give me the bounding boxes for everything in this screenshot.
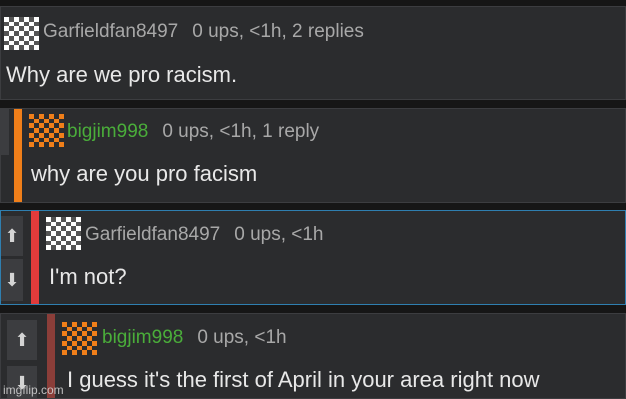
comment: bigjim998 0 ups, <1h, 1 reply why are you…: [0, 108, 626, 203]
comment-stats: 0 ups, <1h: [234, 224, 324, 245]
comment-header: bigjim998 0 ups, <1h, 1 reply: [67, 121, 319, 143]
comment-text: Why are we pro racism.: [6, 62, 238, 87]
comment: Garfieldfan8497 0 ups, <1h, 2 replies Why…: [0, 6, 626, 100]
username[interactable]: Garfieldfan8497: [43, 21, 178, 42]
arrow-up-icon: ⬆: [4, 226, 20, 246]
avatar[interactable]: [46, 217, 81, 250]
comment-header: Garfieldfan8497 0 ups, <1h, 2 replies: [43, 21, 364, 43]
comment: ⬆ ⬇ Garfieldfan8497 0 ups, <1h I'm not?: [0, 210, 626, 305]
thread-depth-bar: [14, 109, 22, 202]
comment-header: Garfieldfan8497 0 ups, <1h: [85, 224, 324, 246]
avatar[interactable]: [4, 17, 39, 50]
comment-text: why are you pro facism: [31, 161, 258, 186]
arrow-up-icon: ⬆: [14, 330, 30, 350]
username[interactable]: bigjim998: [67, 121, 148, 142]
username[interactable]: bigjim998: [102, 327, 183, 348]
thread-depth-bar: [31, 211, 39, 304]
comment-text: I guess it's the first of April in your …: [67, 367, 540, 392]
avatar[interactable]: [29, 114, 64, 147]
comment-header: bigjim998 0 ups, <1h: [102, 327, 287, 349]
comment-stats: 0 ups, <1h, 2 replies: [192, 21, 364, 42]
arrow-down-icon: ⬇: [4, 270, 20, 290]
avatar[interactable]: [62, 322, 97, 355]
comment: ⬆ ⬇ bigjim998 0 ups, <1h I guess it's the…: [0, 313, 626, 399]
comment-stats: 0 ups, <1h: [197, 327, 287, 348]
upvote-button[interactable]: [1, 109, 9, 155]
upvote-button[interactable]: ⬆: [1, 216, 23, 256]
watermark: imgflip.com: [3, 383, 64, 397]
comment-stats: 0 ups, <1h, 1 reply: [162, 121, 320, 142]
username[interactable]: Garfieldfan8497: [85, 224, 220, 245]
comment-text: I'm not?: [49, 264, 127, 289]
upvote-button[interactable]: ⬆: [7, 320, 37, 360]
downvote-button[interactable]: ⬇: [1, 259, 23, 301]
